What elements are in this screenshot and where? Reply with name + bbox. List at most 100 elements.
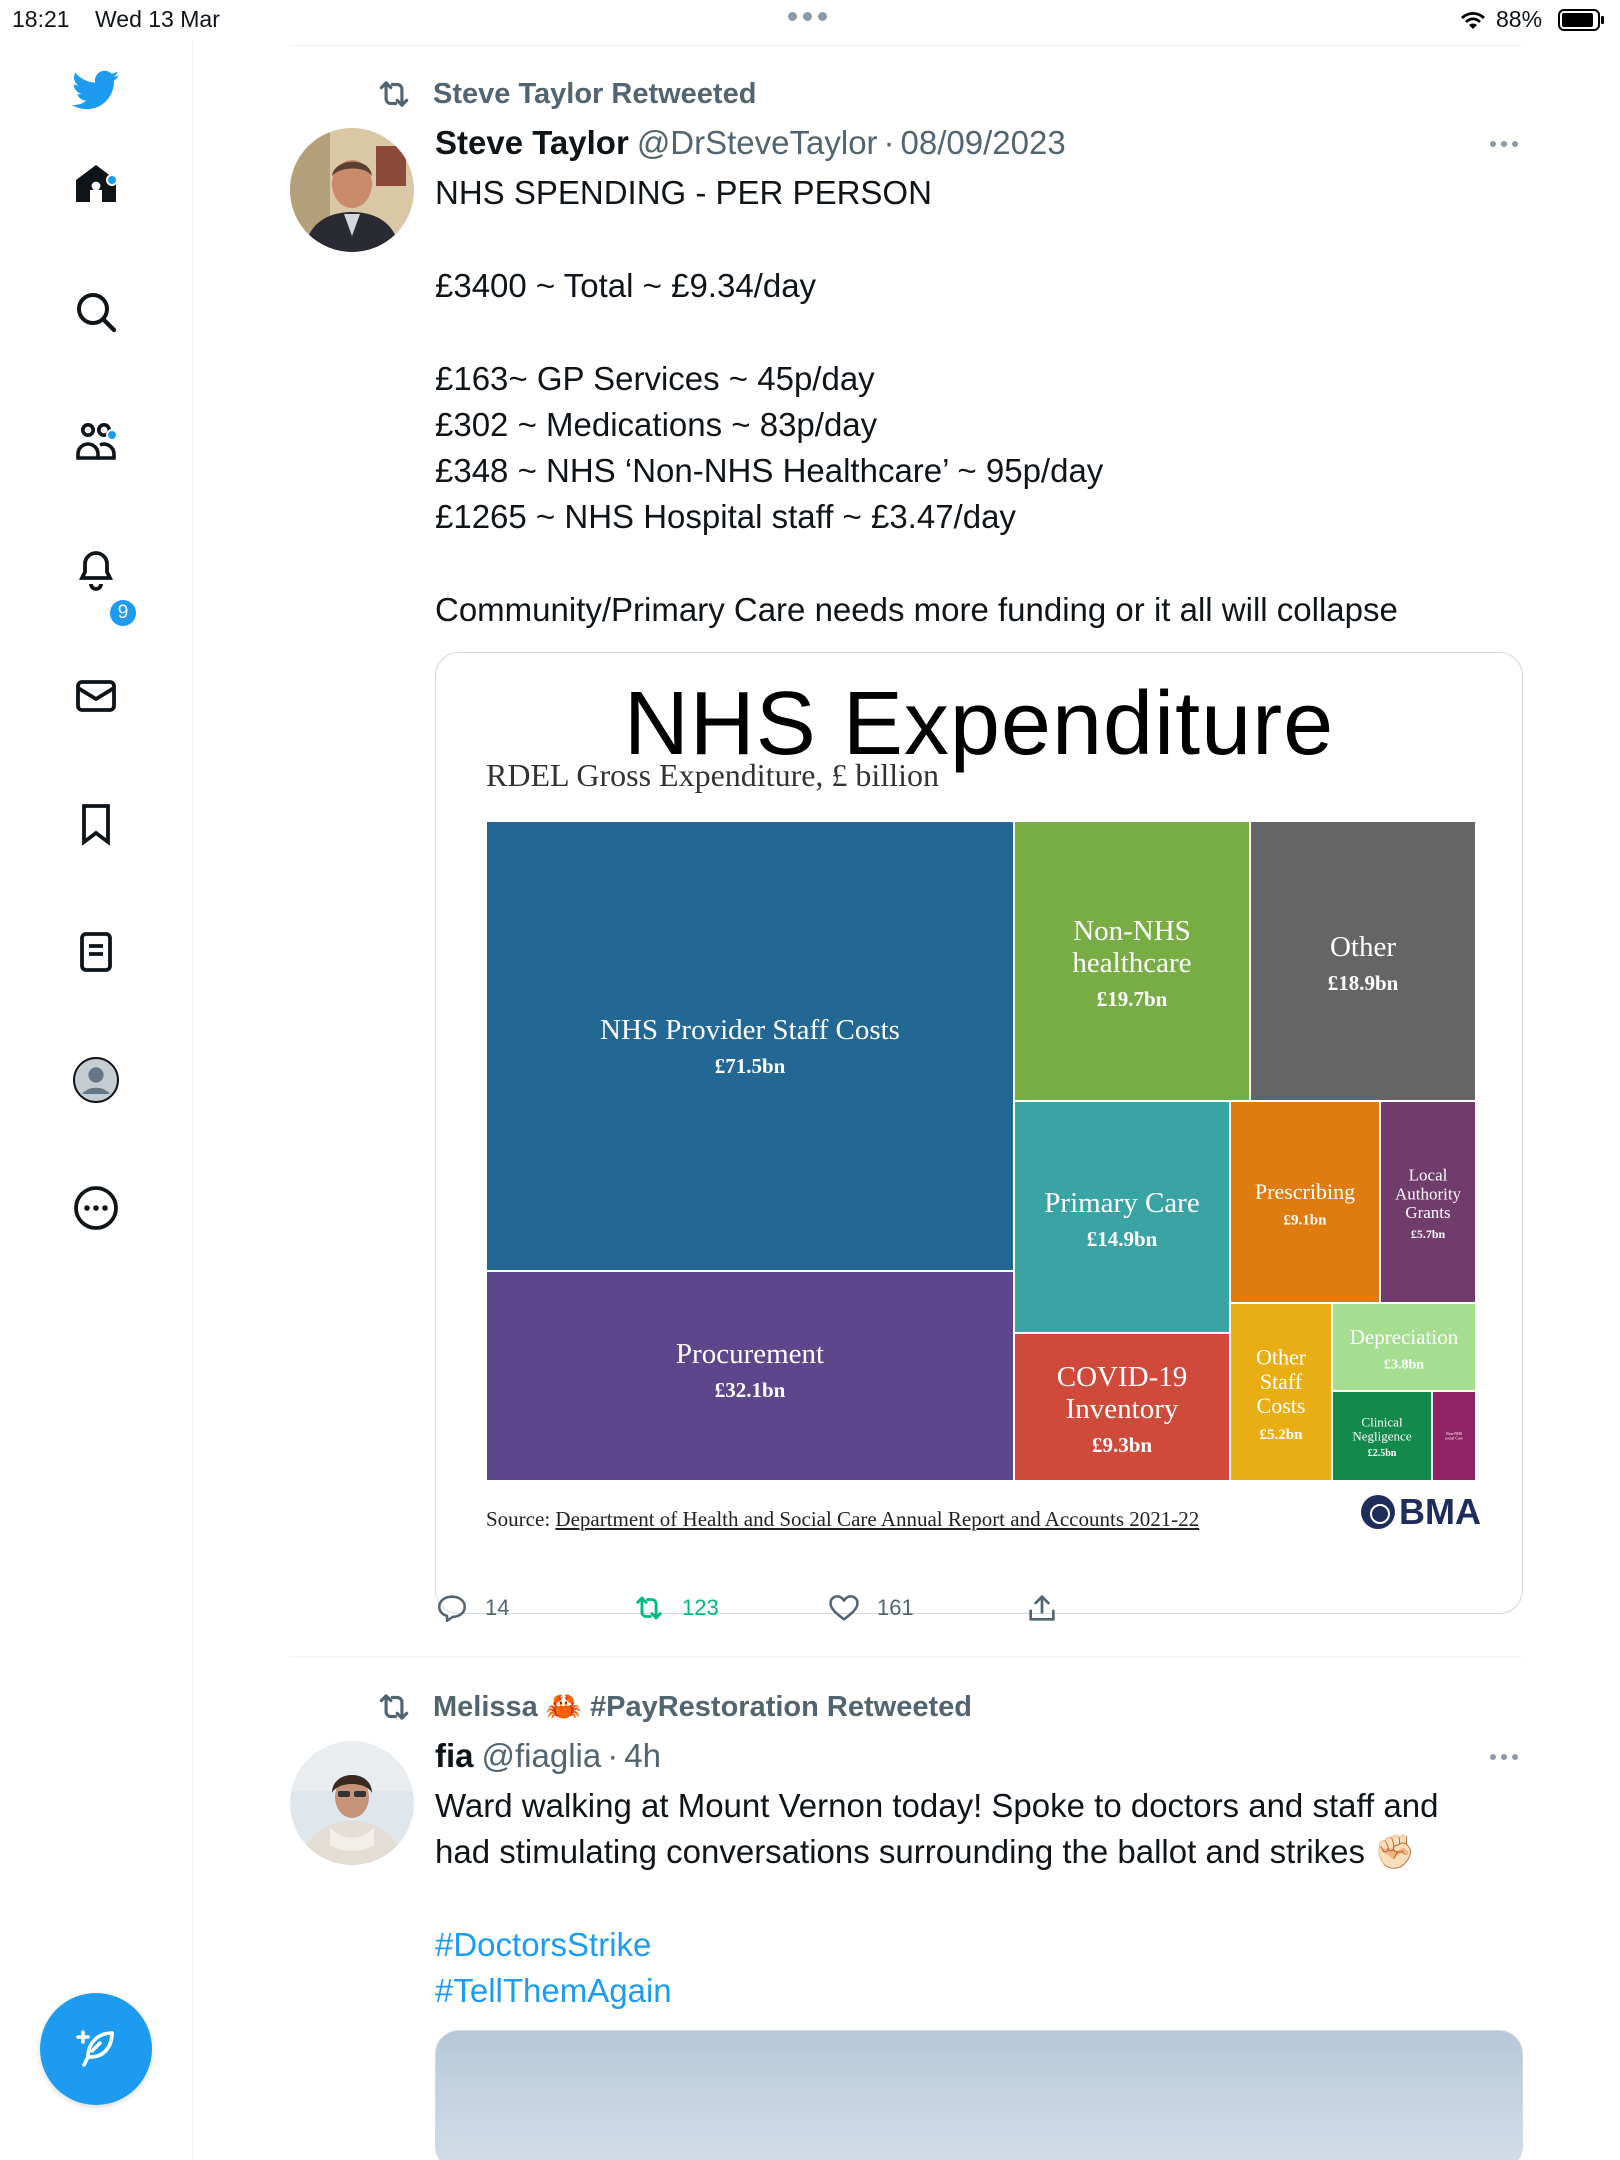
communities-icon[interactable] [66, 410, 126, 470]
author-avatar[interactable] [290, 128, 414, 252]
tweet-text-line: Ward walking at Mount Vernon today! Spok… [435, 1787, 1439, 1824]
like-button[interactable]: 161 [827, 1588, 914, 1628]
tweet-text-line: £348 ~ NHS ‘Non-NHS Healthcare’ ~ 95p/da… [435, 452, 1104, 489]
treemap-label: Procurement [676, 1338, 824, 1370]
treemap-label: Clinical [1361, 1414, 1403, 1429]
bookmarks-icon[interactable] [66, 794, 126, 854]
communities-unread-dot [106, 429, 118, 441]
treemap-cell: Non-NHSsocial Care [1431, 1390, 1476, 1481]
treemap-label: Other [1256, 1345, 1307, 1370]
retweet-context[interactable]: Steve Taylor Retweeted [375, 74, 756, 114]
chart-source: Source: Department of Health and Social … [486, 1507, 1199, 1532]
more-options-icon[interactable] [66, 1178, 126, 1238]
author-name[interactable]: fia [435, 1737, 474, 1775]
left-nav: 9 [0, 40, 193, 2160]
tweet-actions: 14 123 161 [435, 1588, 1135, 1628]
reply-count: 14 [485, 1595, 510, 1620]
treemap-value-label: £19.7bn [1097, 987, 1168, 1011]
tweet-text-line: NHS SPENDING - PER PERSON [435, 174, 932, 211]
tweet-text-line: £302 ~ Medications ~ 83p/day [435, 406, 878, 443]
treemap-value-label: £71.5bn [715, 1054, 786, 1078]
treemap-value-label: £5.7bn [1411, 1227, 1446, 1241]
treemap-label: Local [1409, 1166, 1448, 1185]
notifications-count-badge: 9 [108, 598, 138, 628]
treemap-label: Grants [1405, 1203, 1450, 1222]
treemap-value-label: £14.9bn [1087, 1227, 1158, 1251]
like-count: 161 [877, 1595, 914, 1620]
tweet-media-preview[interactable] [435, 2030, 1523, 2160]
retweeted-by-text: Steve Taylor Retweeted [433, 77, 757, 110]
tweet-text-line: £163~ GP Services ~ 45p/day [435, 360, 875, 397]
tweet-time[interactable]: 4h [624, 1737, 661, 1775]
messages-envelope-icon[interactable] [66, 666, 126, 726]
home-icon[interactable] [66, 154, 126, 214]
treemap-cell: Prescribing £9.1bn [1229, 1100, 1381, 1304]
separator: · [883, 124, 895, 161]
heart-icon [829, 1595, 859, 1621]
treemap-value-label: £9.3bn [1092, 1433, 1152, 1457]
treemap-cell: LocalAuthorityGrants £5.7bn [1379, 1100, 1476, 1304]
author-handle[interactable]: @fiaglia [482, 1737, 602, 1775]
retweet-icon [379, 81, 409, 107]
chart-subtitle: RDEL Gross Expenditure, £ billion [486, 757, 939, 793]
treemap-cell: Non-NHShealthcare £19.7bn [1013, 821, 1251, 1102]
bma-logo-text: BMA [1399, 1491, 1481, 1532]
treemap-label: Depreciation [1350, 1325, 1459, 1349]
tweet-text: Ward walking at Mount Vernon today! Spok… [435, 1783, 1515, 2014]
twitter-logo-icon[interactable] [66, 60, 126, 120]
tweet-image-card[interactable]: NHS Expenditure RDEL Gross Expenditure, … [435, 652, 1523, 1614]
tweet-2[interactable]: Melissa 🦀 #PayRestoration Retweeted fia … [290, 1657, 1523, 2160]
battery-icon [1558, 9, 1604, 31]
compose-tweet-button[interactable] [40, 1993, 152, 2105]
tweet-text-line: had stimulating conversations surroundin… [435, 1833, 1416, 1870]
hashtag-link[interactable]: #TellThemAgain [435, 1968, 1515, 2014]
treemap-cell: Procurement £32.1bn [486, 1270, 1015, 1481]
treemap-label: Staff [1260, 1369, 1303, 1394]
treemap-cell: Depreciation £3.8bn [1331, 1302, 1476, 1392]
tweet-text-line: Community/Primary Care needs more fundin… [435, 591, 1398, 628]
treemap-label: Other [1330, 931, 1396, 963]
treemap-label: healthcare [1072, 947, 1191, 979]
author-avatar[interactable] [290, 1741, 414, 1865]
chart-source-prefix: Source: [486, 1507, 551, 1531]
treemap-value-label: £32.1bn [715, 1378, 786, 1402]
treemap-label: COVID-19 [1057, 1361, 1188, 1393]
treemap-cell: ClinicalNegligence £2.5bn [1331, 1390, 1433, 1481]
treemap-value-label: £18.9bn [1328, 971, 1399, 995]
tweet-text-line: £1265 ~ NHS Hospital staff ~ £3.47/day [435, 498, 1016, 535]
treemap-chart: NHS Provider Staff Costs £71.5bn Procureme… [486, 821, 1476, 1481]
tweet-text-line: £3400 ~ Total ~ £9.34/day [435, 267, 817, 304]
tweet-more-button[interactable] [1490, 134, 1522, 154]
retweet-icon [636, 1596, 662, 1620]
hashtag-link[interactable]: #DoctorsStrike [435, 1922, 1515, 1968]
explore-search-icon[interactable] [66, 282, 126, 342]
retweet-button[interactable]: 123 [632, 1588, 719, 1628]
treemap-label: Negligence [1352, 1429, 1411, 1444]
profile-avatar-icon[interactable] [66, 1050, 126, 1110]
treemap-cell: Other £18.9bn [1249, 821, 1476, 1102]
tweet-header: Steve Taylor @DrSteveTaylor · 08/09/2023 [435, 124, 1066, 166]
author-name[interactable]: Steve Taylor [435, 124, 629, 162]
share-button[interactable] [1025, 1588, 1075, 1628]
tweet-1[interactable]: Steve Taylor Retweeted Steve Taylor @DrS… [290, 0, 1523, 1640]
treemap-cell: OtherStaffCosts £5.2bn [1229, 1302, 1333, 1481]
tweet-header: fia @fiaglia · 4h [435, 1737, 661, 1779]
reply-button[interactable]: 14 [435, 1588, 509, 1628]
treemap-value-label: £9.1bn [1284, 1213, 1328, 1229]
notifications-bell-icon[interactable] [66, 538, 126, 598]
retweet-context[interactable]: Melissa 🦀 #PayRestoration Retweeted [375, 1687, 972, 1727]
tweet-more-button[interactable] [1490, 1747, 1522, 1767]
lists-icon[interactable] [66, 922, 126, 982]
retweet-count: 123 [682, 1595, 719, 1620]
reply-icon [437, 1595, 467, 1623]
tweet-date[interactable]: 08/09/2023 [901, 124, 1066, 162]
status-time: 18:21 [12, 6, 70, 32]
status-date: Wed 13 Mar [95, 6, 220, 32]
treemap-label: Inventory [1066, 1393, 1179, 1425]
treemap-value-label: £5.2bn [1260, 1427, 1304, 1443]
author-handle[interactable]: @DrSteveTaylor [637, 124, 878, 162]
retweet-icon [379, 1694, 409, 1720]
treemap-label: NHS Provider Staff Costs [600, 1014, 900, 1046]
chart-source-link: Department of Health and Social Care Ann… [555, 1507, 1200, 1531]
bma-logo: BMA [1361, 1491, 1481, 1533]
